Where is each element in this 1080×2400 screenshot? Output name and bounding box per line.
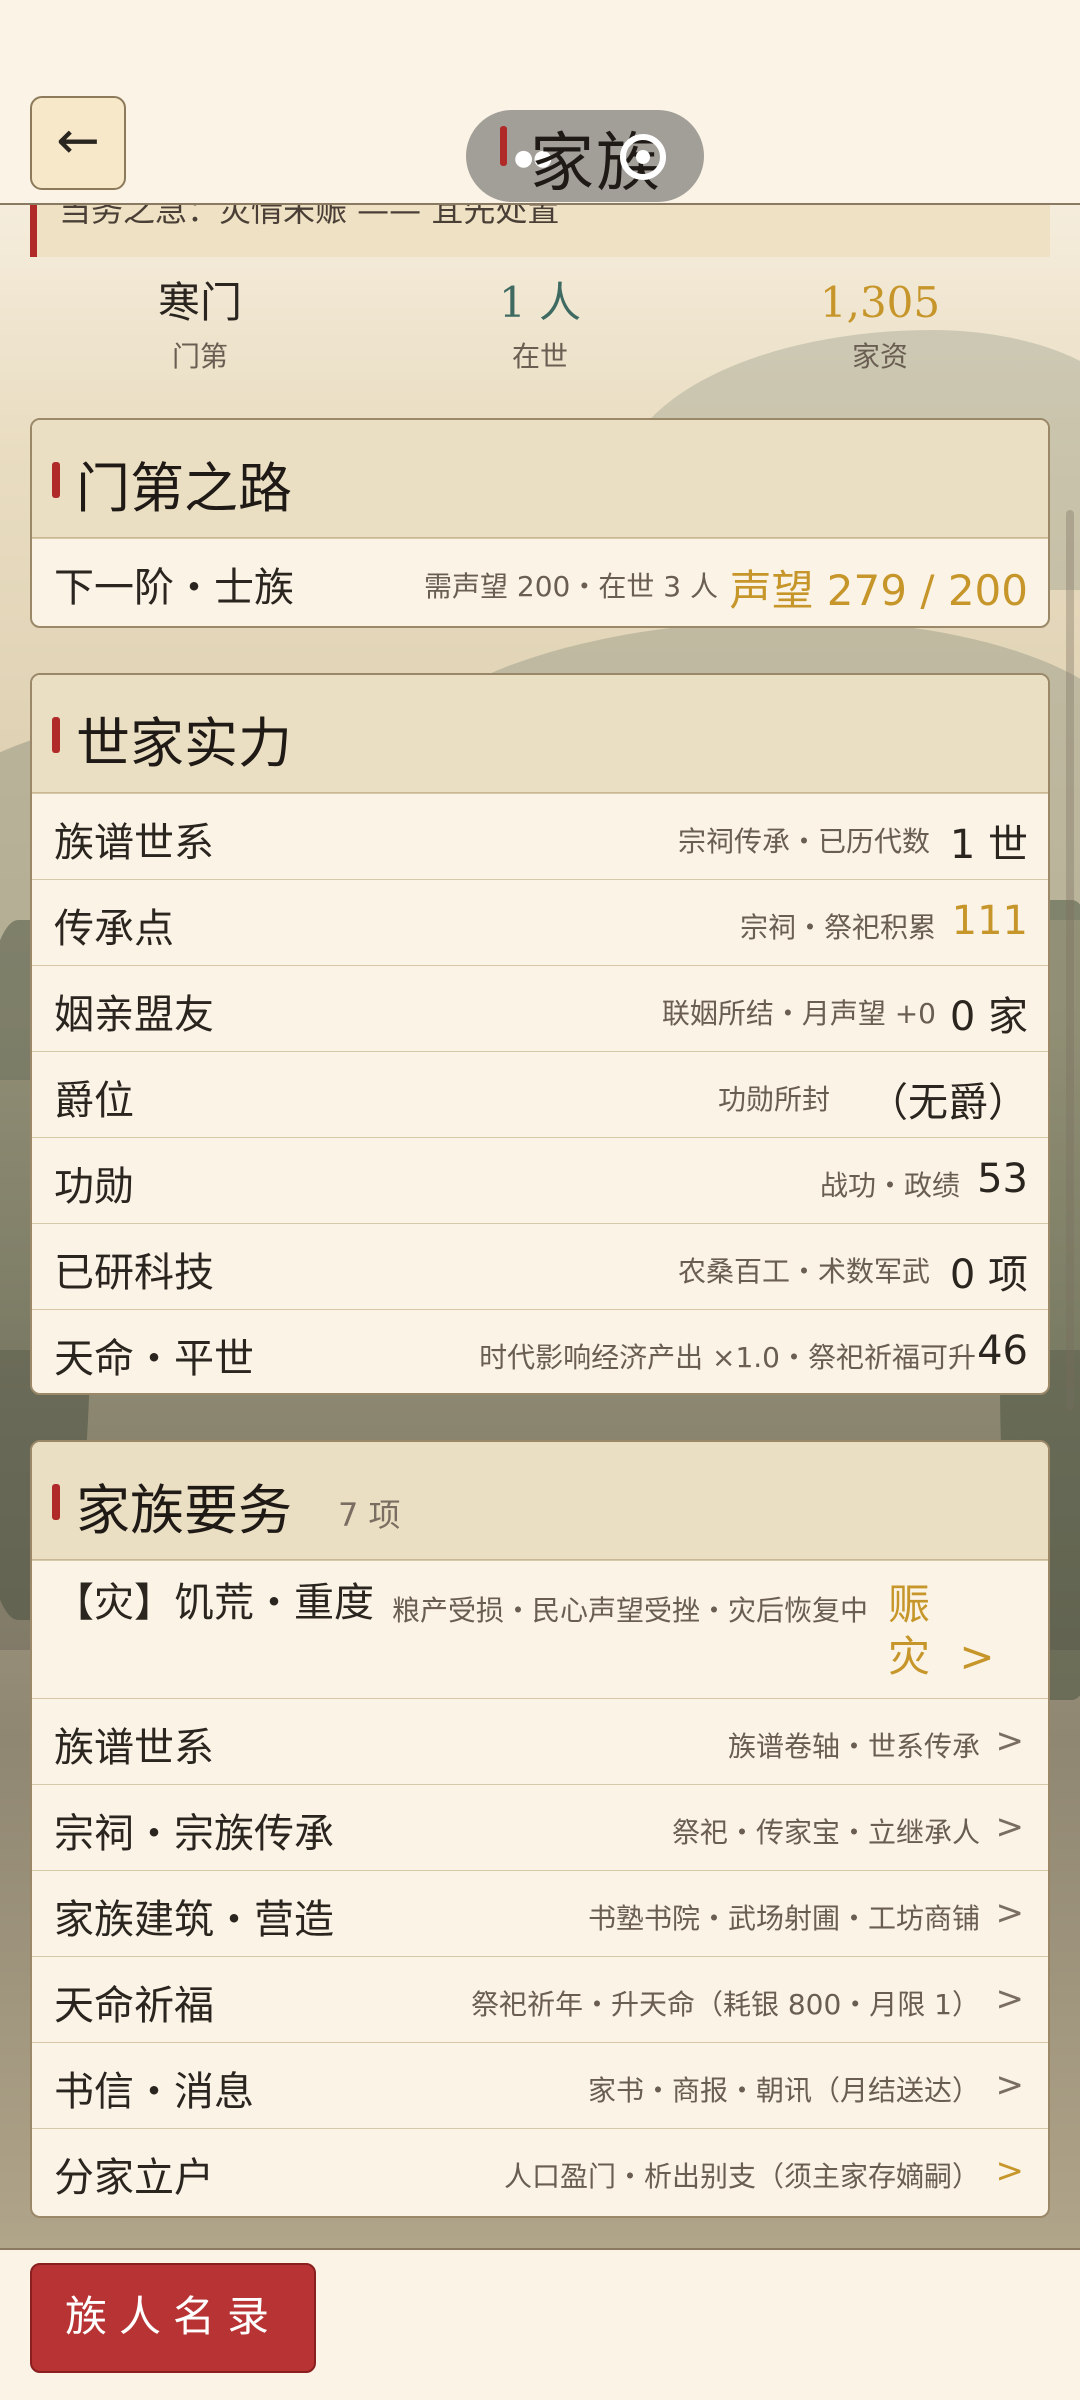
task-count: 7 项 — [338, 1496, 401, 1534]
row-value: （无爵） — [868, 1080, 1028, 1126]
stat-value: 1 人 — [498, 278, 582, 327]
chevron-right-icon: > — [995, 2065, 1025, 2105]
chevron-right-icon: > — [995, 2151, 1025, 2191]
row-desc: 人口盈门・析出别支（须主家存嫡嗣） — [503, 2160, 980, 2193]
power-row-lineage: 族谱世系 宗祠传承・已历代数 1 世 — [32, 793, 1048, 879]
section-mark — [52, 1484, 60, 1520]
task-row-famine[interactable]: 【灾】饥荒・重度 粮产受损・民心声望受挫・灾后恢复中 赈 灾 > — [32, 1560, 1048, 1698]
card-header: 家族要务 7 项 — [32, 1442, 1048, 1560]
section-mark — [52, 462, 60, 498]
row-name: 家族建筑・营造 — [54, 1897, 334, 1943]
row-desc: 祭祀祈年・升天命（耗银 800・月限 1） — [470, 1988, 980, 2021]
task-row-blessing[interactable]: 天命祈福 祭祀祈年・升天命（耗银 800・月限 1） > — [32, 1956, 1048, 2042]
task-row-buildings[interactable]: 家族建筑・营造 书塾书院・武场射圃・工坊商铺 > — [32, 1870, 1048, 1956]
pill-mark-icon — [500, 126, 507, 166]
family-tasks-card: 家族要务 7 项 【灾】饥荒・重度 粮产受损・民心声望受挫・灾后恢复中 赈 灾 … — [30, 1440, 1050, 2218]
row-name: 下一阶・士族 — [54, 565, 294, 611]
power-row-allies: 姻亲盟友 联姻所结・月声望 +0 0 家 — [32, 965, 1048, 1051]
row-desc: 宗祠传承・已历代数 — [677, 825, 930, 858]
card-header: 门第之路 — [32, 420, 1048, 538]
row-value: 1 世 — [949, 822, 1028, 868]
row-value: 46 — [977, 1328, 1028, 1374]
row-name: 姻亲盟友 — [54, 992, 214, 1038]
row-name: 爵位 — [54, 1078, 134, 1124]
back-arrow-icon: ← — [56, 111, 100, 171]
row-desc: 需声望 200・在世 3 人 — [424, 570, 718, 603]
card-title: 门第之路 — [76, 457, 292, 520]
target-icon[interactable] — [620, 134, 666, 180]
chevron-right-icon: > — [995, 1979, 1025, 2019]
bottom-bar: 族人名录 — [0, 2248, 1080, 2400]
stats-summary: 寒门 门第 1 人 在世 1,305 家资 — [30, 275, 1050, 395]
row-name: 天命祈福 — [54, 1983, 214, 2029]
power-row-mandate: 天命・平世 时代影响经济产出 ×1.0・祭祀祈福可升 46 — [32, 1309, 1048, 1393]
stat-wealth: 1,305 家资 — [710, 275, 1050, 375]
prestige-progress: 声望 279 / 200 — [729, 566, 1028, 615]
card-header: 世家实力 — [32, 675, 1048, 793]
row-value: 111 — [951, 898, 1028, 944]
task-row-branch-household[interactable]: 分家立户 人口盈门・析出别支（须主家存嫡嗣） > — [32, 2128, 1048, 2214]
scrollbar[interactable] — [1066, 510, 1074, 1410]
chevron-right-icon: > — [995, 1807, 1025, 1847]
row-desc: 功勋所封 — [717, 1083, 830, 1116]
row-desc: 粮产受损・民心声望受挫・灾后恢复中 — [392, 1594, 869, 1627]
power-row-legacy-points: 传承点 宗祠・祭祀积累 111 — [32, 879, 1048, 965]
row-name: 分家立户 — [54, 2155, 214, 2201]
row-desc: 家书・商报・朝讯（月结送达） — [587, 2074, 980, 2107]
task-row-letters[interactable]: 书信・消息 家书・商报・朝讯（月结送达） > — [32, 2042, 1048, 2128]
stat-alive: 1 人 在世 — [370, 275, 710, 375]
clan-roster-button[interactable]: 族人名录 — [30, 2263, 316, 2373]
row-desc: 农桑百工・术数军武 — [677, 1255, 930, 1288]
family-power-card: 世家实力 族谱世系 宗祠传承・已历代数 1 世 传承点 宗祠・祭祀积累 111 … — [30, 673, 1050, 1395]
row-desc: 族谱卷轴・世系传承 — [727, 1730, 980, 1763]
row-name: 天命・平世 — [54, 1336, 254, 1382]
row-name: 书信・消息 — [54, 2069, 254, 2115]
stat-value: 寒门 — [157, 278, 242, 327]
row-desc: 祭祀・传家宝・立继承人 — [671, 1816, 980, 1849]
stat-value: 1,305 — [819, 278, 941, 327]
chevron-right-icon: > — [995, 1893, 1025, 1933]
row-name: 族谱世系 — [54, 1725, 214, 1771]
section-mark — [52, 717, 60, 753]
row-desc: 联姻所结・月声望 +0 — [661, 997, 936, 1030]
row-name: 【灾】饥荒・重度 — [54, 1580, 374, 1626]
task-row-ancestral-hall[interactable]: 宗祠・宗族传承 祭祀・传家宝・立继承人 > — [32, 1784, 1048, 1870]
power-row-title: 爵位 功勋所封 （无爵） — [32, 1051, 1048, 1137]
row-name: 传承点 — [54, 906, 174, 952]
back-button[interactable]: ← — [30, 96, 126, 190]
row-desc: 时代影响经济产出 ×1.0・祭祀祈福可升 — [479, 1341, 976, 1374]
row-desc: 战功・政绩 — [819, 1169, 960, 1202]
row-name: 族谱世系 — [54, 820, 214, 866]
top-bar: ← ●● 家族 — [0, 0, 1080, 205]
row-desc: 宗祠・祭祀积累 — [739, 911, 936, 944]
row-value: 0 项 — [949, 1252, 1028, 1298]
chevron-right-icon: > — [995, 1721, 1025, 1761]
card-title: 家族要务 — [76, 1479, 292, 1542]
rank-road-card: 门第之路 下一阶・士族 需声望 200・在世 3 人 声望 279 / 200 — [30, 418, 1050, 628]
stat-label: 在世 — [511, 340, 568, 373]
stat-rank: 寒门 门第 — [30, 275, 370, 375]
row-desc: 书塾书院・武场射圃・工坊商铺 — [587, 1902, 980, 1935]
row-name: 功勋 — [54, 1164, 134, 1210]
row-name: 宗祠・宗族传承 — [54, 1811, 334, 1857]
card-title: 世家实力 — [76, 712, 292, 775]
stat-label: 家资 — [851, 340, 908, 373]
stat-label: 门第 — [171, 340, 228, 373]
power-row-merit: 功勋 战功・政绩 53 — [32, 1137, 1048, 1223]
relief-action[interactable]: 赈 灾 > — [888, 1579, 1008, 1683]
next-rank-row[interactable]: 下一阶・士族 需声望 200・在世 3 人 声望 279 / 200 — [32, 538, 1048, 624]
power-row-tech: 已研科技 农桑百工・术数军武 0 项 — [32, 1223, 1048, 1309]
task-row-lineage[interactable]: 族谱世系 族谱卷轴・世系传承 > — [32, 1698, 1048, 1784]
row-value: 0 家 — [949, 994, 1028, 1040]
row-value: 53 — [977, 1156, 1028, 1202]
row-name: 已研科技 — [54, 1250, 214, 1296]
